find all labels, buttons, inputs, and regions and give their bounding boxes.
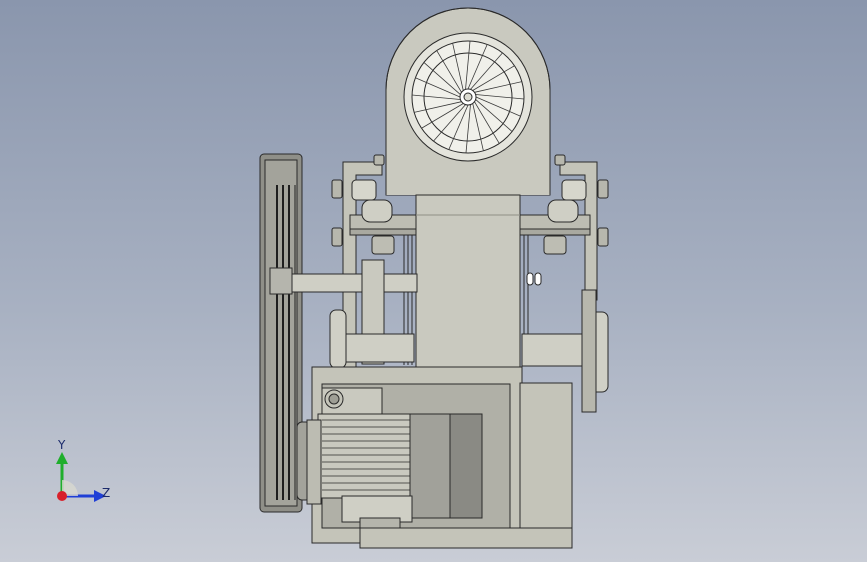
- blower-fan-wheel: [403, 32, 533, 162]
- motor-pulley: [296, 419, 322, 505]
- center-column: [415, 194, 521, 368]
- cad-viewport[interactable]: Y Z: [0, 0, 867, 562]
- y-axis-label: Y: [58, 438, 66, 452]
- coordinate-triad: Y Z: [44, 438, 124, 510]
- y-axis-arrow: [56, 452, 68, 464]
- z-axis-label: Z: [102, 486, 111, 500]
- conveyor-assembly-model[interactable]: [0, 0, 867, 562]
- large-drive-pulley: [259, 153, 303, 513]
- triad-axes: [56, 452, 106, 502]
- x-axis-dot: [57, 491, 67, 501]
- slot-fasteners: [526, 272, 542, 286]
